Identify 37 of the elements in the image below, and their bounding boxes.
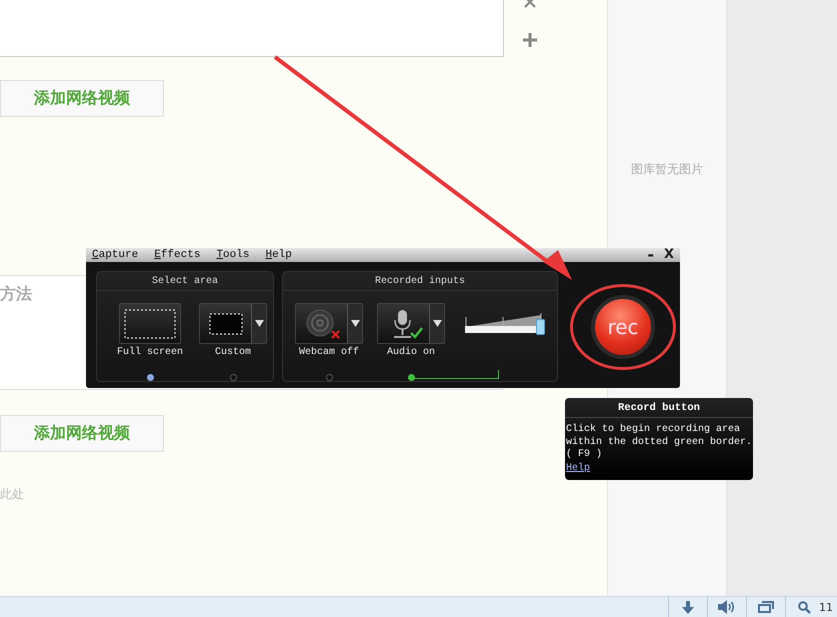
section-title: Recorded inputs [374,276,465,286]
option-label: Full screen [117,347,184,358]
section-title: Select area [152,276,218,286]
tooltip-title: Record button [565,398,753,418]
download-icon[interactable] [682,600,694,614]
menu-item[interactable]: Tools [216,249,250,261]
status-text: 11 [819,600,833,614]
window-icon[interactable] [758,600,774,614]
audio-button[interactable] [377,303,445,344]
caret-icon [254,320,264,327]
caret-icon [432,320,442,327]
empty-gallery-text: 图库暂无图片 [631,161,703,178]
section-heading: 方法 [0,284,32,303]
search-icon[interactable] [798,600,811,614]
full-button[interactable] [119,303,181,344]
close-button[interactable]: X [664,248,674,262]
dashed-frame-icon [122,306,178,340]
volume-thumb[interactable] [536,319,545,335]
option-label: Audio on [386,347,435,358]
hint-text: 此处 [0,486,24,503]
menu-item[interactable]: Effects [154,249,200,261]
tooltip-text-line: Click to begin recording area [566,424,740,436]
close-icon[interactable] [524,0,536,8]
webcam-button[interactable] [295,303,363,344]
menu-item[interactable]: Help [265,249,292,261]
volume-slider[interactable] [465,313,545,337]
tooltip-text-line: within the dotted green border. [566,436,752,448]
speaker-icon[interactable] [718,600,736,614]
option-label: Custom [215,347,252,358]
menu-item[interactable]: Capture [92,249,138,261]
minimize-button[interactable]: - [647,248,654,262]
caret-icon [350,320,360,327]
custom-button[interactable] [199,303,268,344]
option-label: Webcam off [298,347,359,358]
help-link[interactable]: Help [566,462,590,474]
add-icon[interactable] [522,32,538,48]
tooltip-text-line: ( F9 ) [566,449,602,462]
